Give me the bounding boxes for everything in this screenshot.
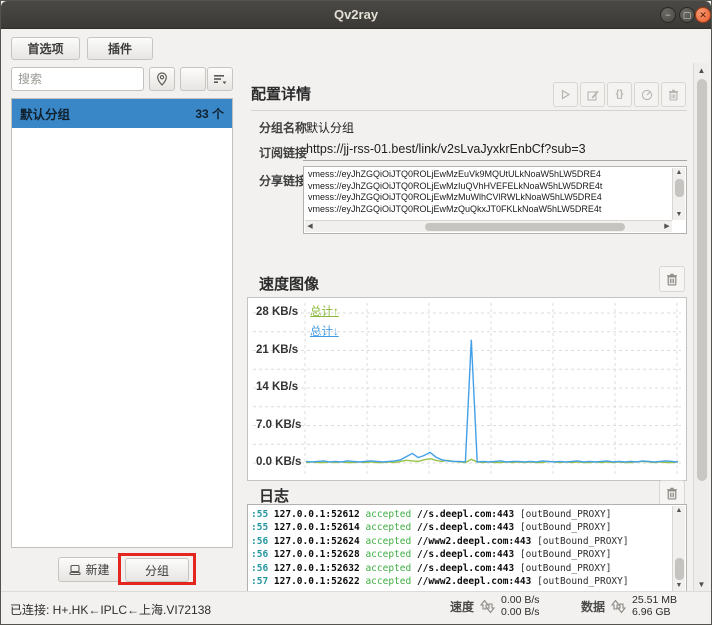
y-tick-label: 21 KB/s (256, 344, 308, 356)
speed-up-value: 0.00 B/s (501, 595, 540, 607)
scrollbar-thumb[interactable] (675, 179, 684, 197)
close-icon[interactable]: ✕ (695, 7, 711, 23)
search-input[interactable] (11, 67, 144, 91)
data-up-value: 25.51 MB (632, 595, 677, 607)
subscription-link-field[interactable]: https://jj-rss-01.best/link/v2sLvaJyxkrE… (306, 142, 586, 156)
location-pin-icon (156, 72, 168, 86)
group-name-value: 默认分组 (306, 119, 354, 136)
data-status: 数据 25.51 MB 6.96 GB (581, 595, 677, 618)
list-item-default-group[interactable]: 默认分组 33 个 (12, 99, 232, 128)
share-link-line: vmess://eyJhZGQiOiJTQ0ROLjEwMzMuWlhCVlRW… (308, 192, 670, 204)
data-down-value: 6.96 GB (632, 607, 677, 619)
log-entry: :57 127.0.0.1:52622 accepted //www2.deep… (251, 575, 671, 588)
share-links-label: 分享链接 (259, 172, 307, 189)
titlebar[interactable]: Qv2ray − ▢ ✕ (1, 1, 711, 29)
y-tick-label: 0.0 KB/s (256, 456, 308, 468)
edit-pencil-icon (587, 89, 599, 101)
new-connection-label: 新建 (85, 561, 109, 578)
scroll-up-icon[interactable]: ▲ (673, 506, 685, 516)
scrollbar-thumb[interactable] (697, 79, 707, 481)
minimize-icon[interactable]: − (660, 7, 676, 23)
log-entry: :55 127.0.0.1:52612 accepted //s.deepl.c… (251, 508, 671, 521)
log-view[interactable]: :55 127.0.0.1:52612 accepted //s.deepl.c… (247, 504, 687, 593)
connection-status: 已连接: H+.HK←IPLC←上海.VI72138 (10, 601, 211, 618)
log-entry: :56 127.0.0.1:52628 accepted //s.deepl.c… (251, 548, 671, 561)
play-icon (560, 89, 571, 100)
share-links-text: vmess://eyJhZGQiOiJTQ0ROLjEwMzEuVk9MQUtU… (308, 169, 670, 220)
connect-button[interactable] (553, 82, 578, 107)
y-tick-label: 7.0 KB/s (256, 419, 308, 431)
clear-graph-button[interactable] (659, 266, 685, 292)
sort-button[interactable] (207, 67, 233, 91)
up-down-arrows-icon (610, 597, 627, 616)
latency-test-button[interactable] (634, 82, 659, 107)
speed-graph-title: 速度图像 (259, 273, 319, 294)
new-connection-icon (69, 564, 81, 576)
log-text: :55 127.0.0.1:52612 accepted //s.deepl.c… (251, 508, 671, 588)
up-down-arrows-icon (479, 597, 496, 616)
speed-down-value: 0.00 B/s (501, 607, 540, 619)
trash-icon (666, 273, 678, 286)
blank-tool-button[interactable] (180, 67, 206, 91)
scroll-down-icon[interactable]: ▼ (694, 579, 709, 591)
speed-chart: 28 KB/s 21 KB/s 14 KB/s 7.0 KB/s 0.0 KB/… (247, 297, 687, 481)
panel-vertical-scrollbar[interactable]: ▲ ▼ (693, 63, 709, 593)
speed-label: 速度 (450, 598, 474, 615)
header-divider (251, 110, 687, 111)
new-connection-button[interactable]: 新建 (58, 557, 121, 582)
log-vertical-scrollbar[interactable]: ▲ ▼ (672, 506, 685, 591)
legend-total-down-link[interactable]: 总计↓ (310, 323, 339, 339)
sort-icon (213, 73, 227, 85)
y-tick-label: 28 KB/s (256, 306, 308, 318)
trash-icon (668, 89, 679, 101)
y-tick-label: 14 KB/s (256, 381, 308, 393)
log-entry: :56 127.0.0.1:52632 accepted //s.deepl.c… (251, 562, 671, 575)
subscription-underline (303, 160, 687, 161)
legend-total-up-link[interactable]: 总计↑ (310, 303, 339, 319)
data-label: 数据 (581, 598, 605, 615)
clear-log-button[interactable] (659, 480, 685, 506)
json-braces-icon: {} (616, 89, 624, 100)
latency-gauge-icon (641, 89, 653, 101)
app-window: Qv2ray − ▢ ✕ 首选项 插件 默认分组 33 个 新建 分组 配置详情 (0, 0, 712, 625)
statusbar: 已连接: H+.HK←IPLC←上海.VI72138 速度 0.00 B/s 0… (1, 591, 711, 624)
edit-json-button[interactable]: {} (607, 82, 632, 107)
share-link-line: vmess://eyJhZGQiOiJTQ0ROLjEwMzEuVk9MQUtU… (308, 169, 670, 181)
locate-current-button[interactable] (149, 67, 175, 91)
scroll-down-icon[interactable]: ▼ (673, 210, 685, 220)
scroll-up-icon[interactable]: ▲ (694, 65, 709, 77)
scroll-up-icon[interactable]: ▲ (673, 168, 685, 178)
edit-connection-button[interactable] (580, 82, 605, 107)
chart-series-line (306, 340, 678, 462)
speed-status: 速度 0.00 B/s 0.00 B/s (450, 595, 540, 618)
group-count-badge: 33 个 (195, 105, 224, 122)
log-entry: :55 127.0.0.1:52614 accepted //s.deepl.c… (251, 521, 671, 534)
scroll-down-icon[interactable]: ▼ (673, 581, 685, 591)
config-details-title: 配置详情 (251, 83, 311, 104)
log-title: 日志 (259, 485, 289, 506)
scrollbar-thumb[interactable] (675, 558, 684, 580)
share-links-textarea[interactable]: vmess://eyJhZGQiOiJTQ0ROLjEwMzEuVk9MQUtU… (303, 166, 687, 234)
share-horizontal-scrollbar[interactable]: ◀ ▶ (305, 220, 672, 232)
scroll-left-icon[interactable]: ◀ (305, 221, 315, 232)
window-title: Qv2ray (1, 7, 711, 22)
preferences-button[interactable]: 首选项 (11, 37, 80, 60)
subscription-label: 订阅链接 (259, 144, 307, 161)
group-button[interactable]: 分组 (125, 558, 189, 582)
share-vertical-scrollbar[interactable]: ▲ ▼ (672, 168, 685, 220)
scrollbar-thumb[interactable] (425, 223, 625, 231)
group-name-label: 分组名称 (259, 119, 307, 136)
scroll-right-icon[interactable]: ▶ (662, 221, 672, 232)
share-link-line: vmess://eyJhZGQiOiJTQ0ROLjEwMzQuQkxJT0FK… (308, 204, 670, 216)
chart-legend: 总计↑ 总计↓ (310, 303, 339, 339)
delete-connection-button[interactable] (661, 82, 686, 107)
log-entry: :56 127.0.0.1:52624 accepted //www2.deep… (251, 535, 671, 548)
group-name: 默认分组 (20, 104, 70, 123)
trash-icon (666, 487, 678, 500)
share-link-line: vmess://eyJhZGQiOiJTQ0ROLjEwMzIuQVhHVEFE… (308, 181, 670, 193)
maximize-icon[interactable]: ▢ (679, 7, 695, 23)
connection-list: 默认分组 33 个 (11, 98, 233, 548)
plugins-button[interactable]: 插件 (87, 37, 153, 60)
